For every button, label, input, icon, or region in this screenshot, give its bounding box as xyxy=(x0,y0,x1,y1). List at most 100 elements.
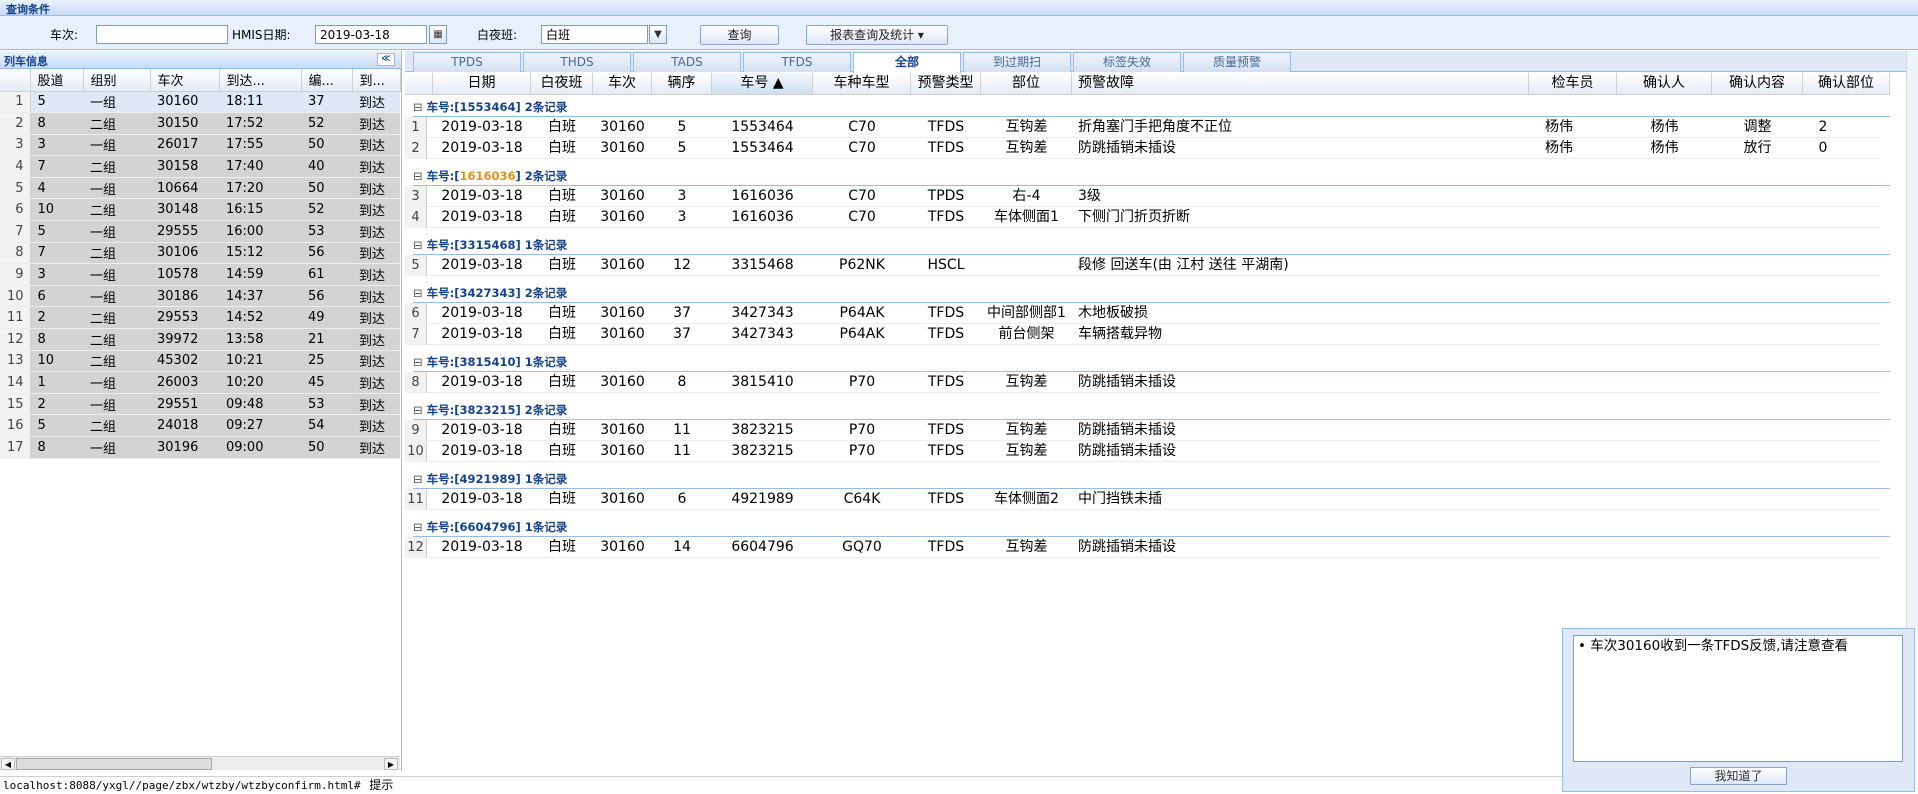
column-header[interactable]: 日期 xyxy=(433,73,531,95)
shift-select[interactable] xyxy=(541,25,648,44)
table-row[interactable]: 9 2019-03-18 白班 30160 11 3823215 P70 TFDS 互钩差 防跳插… xyxy=(405,420,1880,441)
train-row[interactable]: 2 8 二组 30150 17:52 52 到达 xyxy=(0,112,400,135)
scrollbar-thumb[interactable] xyxy=(16,758,212,770)
column-header[interactable]: 车次 xyxy=(150,69,220,92)
query-panel-title: 查询条件 xyxy=(0,0,1918,16)
collapse-group-icon[interactable]: ⊟ xyxy=(413,520,423,534)
column-header[interactable]: 车种车型 xyxy=(813,73,911,95)
search-button[interactable]: 查询 xyxy=(700,25,779,45)
train-row[interactable]: 7 5 一组 29555 16:00 53 到达 xyxy=(0,220,400,243)
table-cell: 16:00 xyxy=(219,220,301,243)
train-row[interactable]: 6 10 二组 30148 16:15 52 到达 xyxy=(0,198,400,222)
report-button[interactable]: 报表查询及统计 ▾ xyxy=(806,25,948,45)
train-row[interactable]: 4 7 二组 30158 17:40 40 到达 xyxy=(0,155,400,178)
collapse-group-icon[interactable]: ⊟ xyxy=(413,169,423,183)
group-header[interactable]: ⊟ 车号:[6604796] 1条记录 xyxy=(413,517,1890,537)
train-row[interactable]: 16 5 二组 24018 09:27 54 到达 xyxy=(0,414,400,437)
table-cell: 30160 xyxy=(600,539,645,555)
column-header[interactable]: 部位 xyxy=(981,73,1072,95)
table-row[interactable]: 5 2019-03-18 白班 30160 12 3315468 P62NK HSCL 段修 回… xyxy=(405,255,1880,276)
tab-all[interactable]: 全部 xyxy=(853,52,961,73)
table-cell: 3 xyxy=(30,134,83,157)
column-header[interactable]: 车号 ▲ xyxy=(712,73,813,95)
collapse-group-icon[interactable]: ⊟ xyxy=(413,472,423,486)
column-header[interactable]: 组别 xyxy=(83,69,151,92)
table-row[interactable]: 7 2019-03-18 白班 30160 37 3427343 P64AK TFDS 前台侧架… xyxy=(405,324,1880,345)
table-row[interactable]: 12 2019-03-18 白班 30160 14 6604796 GQ70 TFDS 互钩差 防… xyxy=(405,537,1880,558)
train-row[interactable]: 17 8 一组 30196 09:00 50 到达 xyxy=(0,436,400,459)
train-row[interactable]: 9 3 一组 10578 14:59 61 到达 xyxy=(0,263,400,286)
group-header[interactable]: ⊟ 车号:[3315468] 1条记录 xyxy=(413,235,1890,255)
table-row[interactable]: 6 2019-03-18 白班 30160 37 3427343 P64AK TFDS 中间部侧… xyxy=(405,303,1880,324)
vertical-scrollbar[interactable] xyxy=(1906,51,1918,628)
group-header[interactable]: ⊟ 车号:[1616036] 2条记录 xyxy=(413,166,1890,186)
train-row[interactable]: 3 3 一组 26017 17:55 50 到达 xyxy=(0,134,400,157)
column-header[interactable]: 白夜班 xyxy=(531,73,593,95)
train-row[interactable]: 1 5 一组 30160 18:11 37 到达 xyxy=(0,91,400,114)
column-header[interactable]: 确认部位 xyxy=(1803,73,1890,95)
table-row[interactable]: 2 2019-03-18 白班 30160 5 1553464 C70 TFDS 互钩差 防跳插销… xyxy=(405,138,1880,159)
column-header[interactable]: 到达... xyxy=(219,69,302,92)
column-header[interactable]: 股道 xyxy=(30,69,84,92)
train-row[interactable]: 13 10 二组 45302 10:21 25 到达 xyxy=(0,350,400,373)
tab-tpds[interactable]: TPDS xyxy=(413,52,521,72)
table-cell: 2019-03-18 xyxy=(441,140,523,156)
table-row[interactable]: 1 2019-03-18 白班 30160 5 1553464 C70 TFDS 互钩差 折角塞门… xyxy=(405,117,1880,138)
group-header[interactable]: ⊟ 车号:[3815410] 1条记录 xyxy=(413,352,1890,372)
tab-tfds[interactable]: TFDS xyxy=(743,52,851,72)
train-row[interactable]: 15 2 一组 29551 09:48 53 到达 xyxy=(0,393,400,416)
column-header[interactable]: 预警类型 xyxy=(911,73,981,95)
chevron-down-icon[interactable]: ▼ xyxy=(649,25,667,44)
table-cell: 14:52 xyxy=(219,306,301,330)
group-count: ] 1条记录 xyxy=(515,472,568,486)
table-row[interactable]: 4 2019-03-18 白班 30160 3 1616036 C70 TFDS 车体侧面1 下侧… xyxy=(405,207,1880,228)
collapse-icon[interactable]: ≪ xyxy=(377,53,395,66)
tab-expired[interactable]: 到过期扫 xyxy=(963,52,1071,72)
table-cell: TFDS xyxy=(927,491,965,507)
collapse-group-icon[interactable]: ⊟ xyxy=(413,238,423,252)
acknowledge-button[interactable]: 我知道了 xyxy=(1690,767,1787,785)
table-cell: C70 xyxy=(848,140,876,156)
train-input[interactable] xyxy=(96,25,228,44)
group-header[interactable]: ⊟ 车号:[3427343] 2条记录 xyxy=(413,283,1890,303)
train-row[interactable]: 14 1 一组 26003 10:20 45 到达 xyxy=(0,371,400,394)
group-header[interactable]: ⊟ 车号:[1553464] 2条记录 xyxy=(413,97,1890,117)
collapse-group-icon[interactable]: ⊟ xyxy=(413,355,423,369)
table-cell: 10 xyxy=(30,198,83,222)
table-cell: 30160 xyxy=(600,305,645,321)
group-header[interactable]: ⊟ 车号:[3823215] 2条记录 xyxy=(413,400,1890,420)
train-row[interactable]: 8 7 二组 30106 15:12 56 到达 xyxy=(0,242,400,265)
horizontal-scrollbar[interactable]: ◀ ▶ xyxy=(0,756,400,770)
table-cell: 30160 xyxy=(600,491,645,507)
table-row[interactable]: 3 2019-03-18 白班 30160 3 1616036 C70 TPDS 右-4 3级 xyxy=(405,186,1880,207)
train-row[interactable]: 12 8 二组 39972 13:58 21 到达 xyxy=(0,328,400,351)
table-row[interactable]: 8 2019-03-18 白班 30160 8 3815410 P70 TFDS 互钩差 防跳插销… xyxy=(405,372,1880,393)
table-cell: 21 xyxy=(301,328,352,351)
table-row[interactable]: 10 2019-03-18 白班 30160 11 3823215 P70 TFDS 互钩差 防跳… xyxy=(405,441,1880,462)
collapse-group-icon[interactable]: ⊟ xyxy=(413,403,423,417)
column-header[interactable]: 编... xyxy=(301,69,353,92)
train-row[interactable]: 11 2 二组 29553 14:52 49 到达 xyxy=(0,306,400,330)
column-header[interactable]: 辆序 xyxy=(652,73,712,95)
table-row[interactable]: 11 2019-03-18 白班 30160 6 4921989 C64K TFDS 车体侧面2… xyxy=(405,489,1880,510)
column-header[interactable]: 检车员 xyxy=(1529,73,1617,95)
column-header[interactable]: 确认人 xyxy=(1617,73,1712,95)
tab-thds[interactable]: THDS xyxy=(523,52,631,72)
tab-quality-warning[interactable]: 质量预警 xyxy=(1183,52,1291,72)
column-header[interactable]: 车次 xyxy=(593,73,652,95)
column-header[interactable]: 确认内容 xyxy=(1712,73,1803,95)
scroll-right-icon[interactable]: ▶ xyxy=(384,758,398,770)
column-header[interactable]: 预警故障 xyxy=(1072,73,1529,95)
calendar-icon[interactable]: ▦ xyxy=(429,25,447,44)
tab-tag-invalid[interactable]: 标签失效 xyxy=(1073,52,1181,72)
collapse-group-icon[interactable]: ⊟ xyxy=(413,286,423,300)
train-row[interactable]: 5 4 一组 10664 17:20 50 到达 xyxy=(0,177,400,200)
table-cell: 25 xyxy=(301,350,352,373)
train-row[interactable]: 10 6 一组 30186 14:37 56 到达 xyxy=(0,285,400,308)
column-header[interactable]: 到... xyxy=(352,69,401,92)
date-input[interactable] xyxy=(315,25,427,44)
collapse-group-icon[interactable]: ⊟ xyxy=(413,100,423,114)
scroll-left-icon[interactable]: ◀ xyxy=(1,758,15,770)
group-header[interactable]: ⊟ 车号:[4921989] 1条记录 xyxy=(413,469,1890,489)
tab-tads[interactable]: TADS xyxy=(633,52,741,72)
